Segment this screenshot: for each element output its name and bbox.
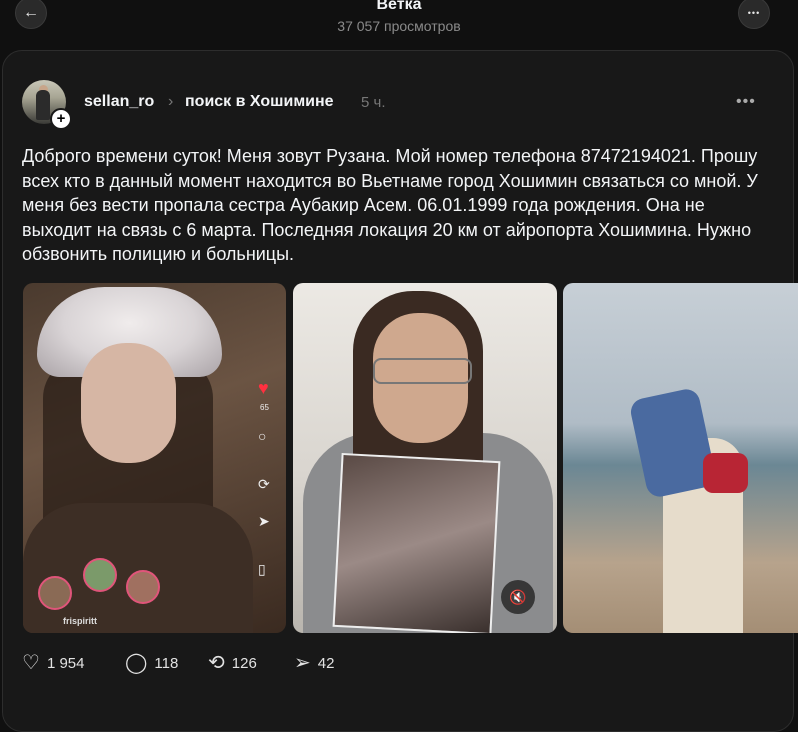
bookmark-icon: ▯ (258, 561, 266, 577)
media-video-2[interactable]: 🔇 (293, 283, 557, 633)
comment-count: 118 (154, 654, 179, 672)
comment-button[interactable]: ◯ 118 (125, 653, 178, 673)
page-title: Ветка (376, 0, 422, 13)
follow-plus-icon[interactable]: + (50, 108, 72, 130)
heart-outline-icon: ♡ (22, 652, 40, 674)
mute-button[interactable]: 🔇 (501, 580, 535, 614)
author-avatar[interactable]: + (22, 80, 72, 130)
reaction-avatars (38, 558, 178, 610)
post-more-button[interactable]: ••• (736, 93, 756, 111)
more-icon: ••• (747, 8, 761, 18)
media-image-3[interactable] (563, 283, 798, 633)
author-username[interactable]: sellan_ro (84, 93, 154, 111)
like-button[interactable]: ♡ 1 954 (22, 653, 84, 673)
overlay-like-count: 65 (260, 403, 269, 412)
post-time: 5 ч. (361, 94, 386, 111)
chevron-right-icon: › (168, 93, 174, 110)
top-bar: ← Ветка 37 057 просмотров ••• (0, 0, 798, 46)
speaker-muted-icon: 🔇 (509, 588, 527, 605)
overlay-handle: frispiritt (63, 616, 98, 626)
repost-count: 126 (231, 654, 257, 672)
share-count: 42 (317, 654, 335, 672)
repost-icon: ⟳ (258, 476, 270, 492)
share-button[interactable]: ➢ 42 (294, 653, 334, 673)
heart-icon: ♥ (258, 378, 269, 398)
paper-plane-icon: ➢ (294, 652, 311, 674)
comment-bubble-icon: ◯ (125, 652, 148, 674)
repost-arrows-icon: ⟲ (208, 652, 225, 674)
like-count: 1 954 (46, 654, 85, 672)
held-photo (332, 452, 501, 633)
repost-button[interactable]: ⟲ 126 (208, 653, 257, 673)
media-image-1[interactable]: ♥ 65 ○ ⟳ ➤ ▯ frispiritt (23, 283, 286, 633)
post-body: Доброго времени суток! Меня зовут Рузана… (22, 146, 758, 264)
topic-link[interactable]: поиск в Хошимине (185, 93, 334, 111)
view-count: 37 057 просмотров (337, 18, 461, 34)
send-icon: ➤ (258, 513, 270, 529)
comment-icon: ○ (258, 428, 267, 444)
